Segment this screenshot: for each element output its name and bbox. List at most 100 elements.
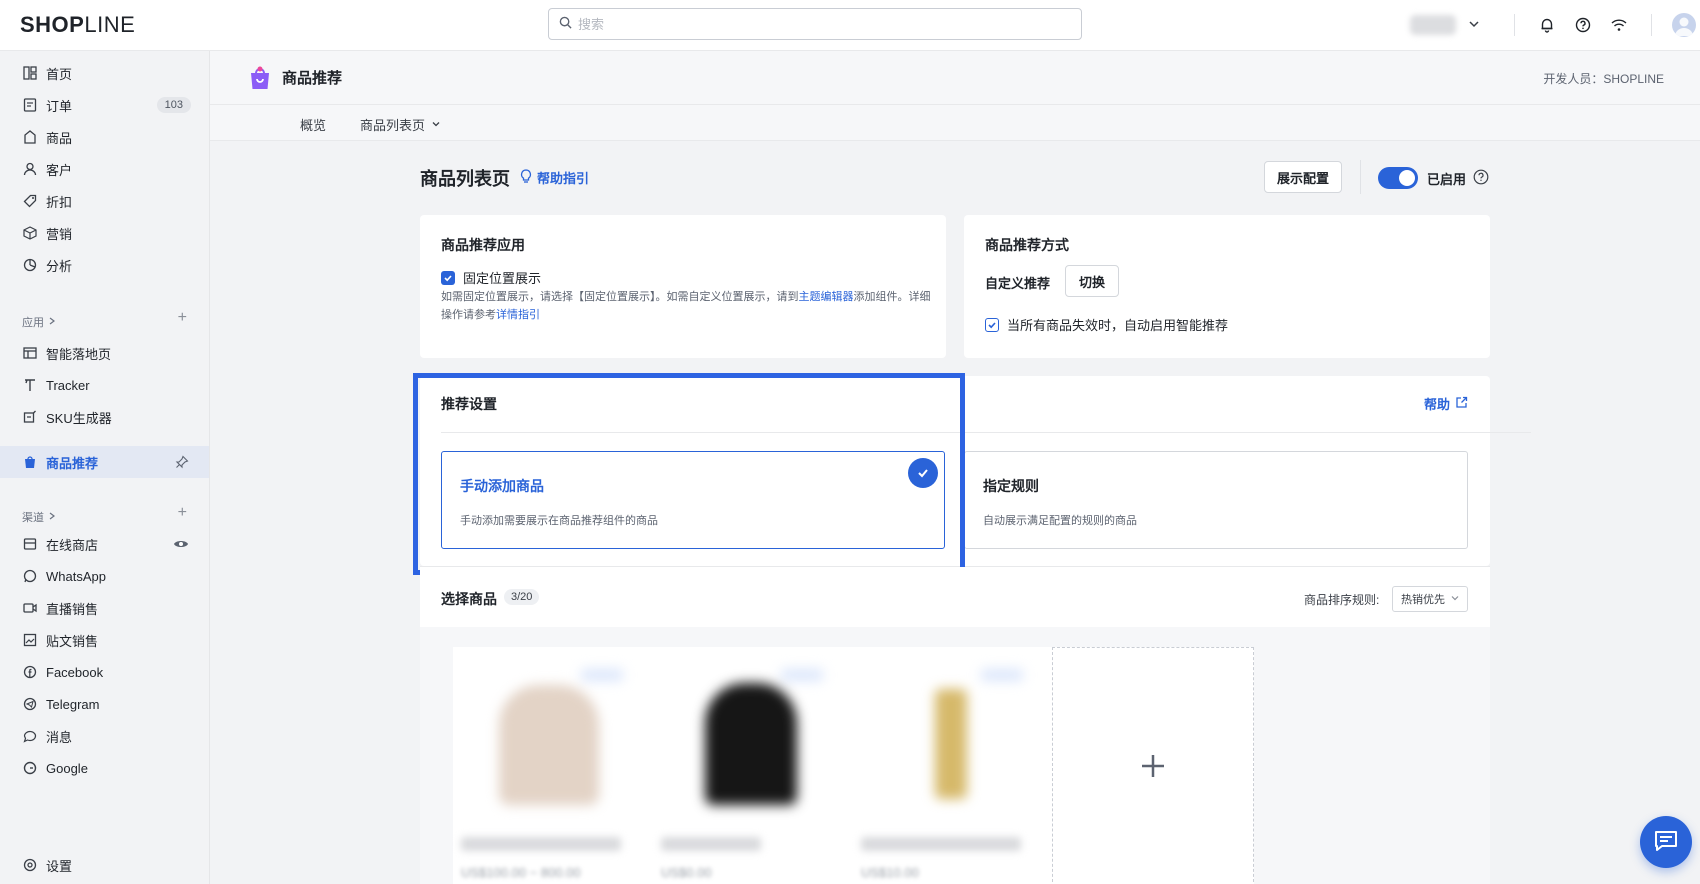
sidebar-item-online-store[interactable]: 在线商店 (0, 528, 209, 560)
product-price: US$0.00 (661, 865, 712, 880)
divider (1360, 160, 1361, 194)
telegram-icon (22, 696, 38, 712)
product-card[interactable]: US$10.00 (853, 647, 1053, 884)
tag-icon (22, 193, 38, 209)
sidebar-item-product-recommendation[interactable]: 商品推荐 (0, 446, 209, 478)
add-app-icon[interactable]: + (178, 309, 187, 327)
specify-rule-option[interactable]: 指定规则 自动展示满足配置的规则的商品 (964, 451, 1468, 549)
sidebar-item-sku-generator[interactable]: SKU生成器 (0, 401, 209, 433)
search-box[interactable] (548, 8, 1082, 40)
sidebar-item-google[interactable]: Google (0, 752, 209, 784)
sub-navigation: 概览 商品列表页 (210, 105, 1700, 141)
fixed-position-checkbox[interactable]: 固定位置展示 (441, 268, 541, 287)
chevron-down-icon (431, 117, 441, 132)
help-icon[interactable] (1573, 15, 1593, 35)
recommend-app-icon (248, 66, 272, 90)
sidebar-item-products[interactable]: 商品 (0, 121, 209, 153)
store-switcher[interactable] (1410, 15, 1456, 35)
sort-label: 商品排序规则: (1304, 593, 1380, 607)
bell-icon[interactable] (1537, 15, 1557, 35)
sku-icon (22, 409, 38, 425)
sidebar-item-marketing[interactable]: 营销 (0, 217, 209, 249)
sidebar-item-landing-page[interactable]: 智能落地页 (0, 337, 209, 369)
chevron-right-icon (48, 511, 56, 523)
lightbulb-icon (520, 169, 532, 186)
method-card-title: 商品推荐方式 (985, 237, 1069, 253)
sidebar-item-home[interactable]: 首页 (0, 57, 209, 89)
whatsapp-icon (22, 568, 38, 584)
highlight-box (413, 373, 965, 575)
custom-recommend-label: 自定义推荐 (985, 276, 1051, 291)
user-icon (22, 161, 38, 177)
theme-editor-link[interactable]: 主题编辑器 (799, 291, 854, 303)
sidebar-item-telegram[interactable]: Telegram (0, 688, 209, 720)
sidebar-item-post-sales[interactable]: 贴文销售 (0, 624, 209, 656)
tab-product-list-page[interactable]: 商品列表页 (360, 115, 441, 134)
developer-info: 开发人员：SHOPLINE (1543, 72, 1664, 86)
detail-guide-link[interactable]: 详情指引 (496, 309, 540, 321)
help-guide-link[interactable]: 帮助指引 (520, 168, 589, 187)
help-link[interactable]: 帮助 (1424, 394, 1468, 413)
app-title: 商品推荐 (282, 70, 343, 87)
tracker-icon (22, 377, 38, 393)
store-icon (22, 536, 38, 552)
add-product-button[interactable] (1052, 647, 1254, 884)
switch-button[interactable]: 切换 (1065, 265, 1119, 297)
sidebar-item-settings[interactable]: 设置 (0, 849, 209, 881)
chevron-right-icon (48, 316, 56, 328)
facebook-icon (22, 664, 38, 680)
sidebar-item-live-sales[interactable]: 直播销售 (0, 592, 209, 624)
post-icon (22, 632, 38, 648)
chevron-down-icon (1451, 593, 1459, 605)
sidebar-item-tracker[interactable]: Tracker (0, 369, 209, 401)
sidebar-item-discounts[interactable]: 折扣 (0, 185, 209, 217)
sidebar-item-whatsapp[interactable]: WhatsApp (0, 560, 209, 592)
chat-support-button[interactable] (1640, 816, 1692, 868)
product-name (461, 837, 621, 851)
sidebar-item-messages[interactable]: 消息 (0, 720, 209, 752)
app-card-description: 如需固定位置展示，请选择【固定位置展示】。如需自定义位置展示，请到主题编辑器添加… (441, 291, 931, 321)
top-bar: SHOPLINE (0, 0, 1700, 51)
search-input[interactable] (578, 16, 1048, 32)
product-tag (981, 669, 1023, 681)
channels-section-label[interactable]: 渠道 (22, 509, 56, 525)
dashboard-icon (22, 65, 38, 81)
chevron-down-icon[interactable] (1468, 18, 1480, 33)
sidebar-item-analytics[interactable]: 分析 (0, 249, 209, 281)
product-price: US$10.00 (861, 865, 919, 880)
product-card[interactable]: US$100.00 ~ 800.00 (453, 647, 653, 884)
layout-icon (22, 345, 38, 361)
shopline-logo[interactable]: SHOPLINE (20, 12, 135, 38)
app-card-title: 商品推荐应用 (441, 237, 525, 253)
eye-icon[interactable] (173, 537, 189, 554)
sidebar-item-customers[interactable]: 客户 (0, 153, 209, 185)
product-price: US$100.00 ~ 800.00 (461, 865, 581, 880)
app-card: 商品推荐应用 固定位置展示 如需固定位置展示，请选择【固定位置展示】。如需自定义… (420, 215, 946, 358)
add-channel-icon[interactable]: + (178, 504, 187, 522)
sidebar-item-facebook[interactable]: Facebook (0, 656, 209, 688)
pin-icon[interactable] (175, 455, 189, 472)
sort-select[interactable]: 热销优先 (1392, 586, 1468, 612)
checkbox-checked-icon[interactable] (985, 317, 999, 332)
sidebar-item-orders[interactable]: 订单 103 (0, 89, 209, 121)
wifi-icon[interactable] (1609, 15, 1629, 35)
bag-icon (22, 129, 38, 145)
video-icon (22, 600, 38, 616)
gear-icon (22, 857, 38, 873)
fallback-checkbox[interactable]: 当所有商品失效时，自动启用智能推荐 (985, 315, 1228, 334)
checkbox-checked-icon[interactable] (441, 270, 455, 285)
enable-toggle[interactable] (1378, 167, 1418, 189)
question-icon[interactable] (1473, 169, 1489, 188)
apps-section-label[interactable]: 应用 (22, 314, 56, 330)
product-card[interactable]: US$0.00 (653, 647, 853, 884)
divider (1514, 14, 1515, 36)
enabled-label: 已启用 (1427, 172, 1467, 187)
order-icon (22, 97, 38, 113)
selected-count-badge: 3/20 (504, 589, 540, 605)
google-icon (22, 760, 38, 776)
message-icon (22, 728, 38, 744)
avatar[interactable] (1672, 13, 1696, 37)
tab-overview[interactable]: 概览 (300, 115, 326, 134)
app-header: 商品推荐 开发人员：SHOPLINE (210, 51, 1700, 105)
display-config-button[interactable]: 展示配置 (1264, 161, 1342, 193)
